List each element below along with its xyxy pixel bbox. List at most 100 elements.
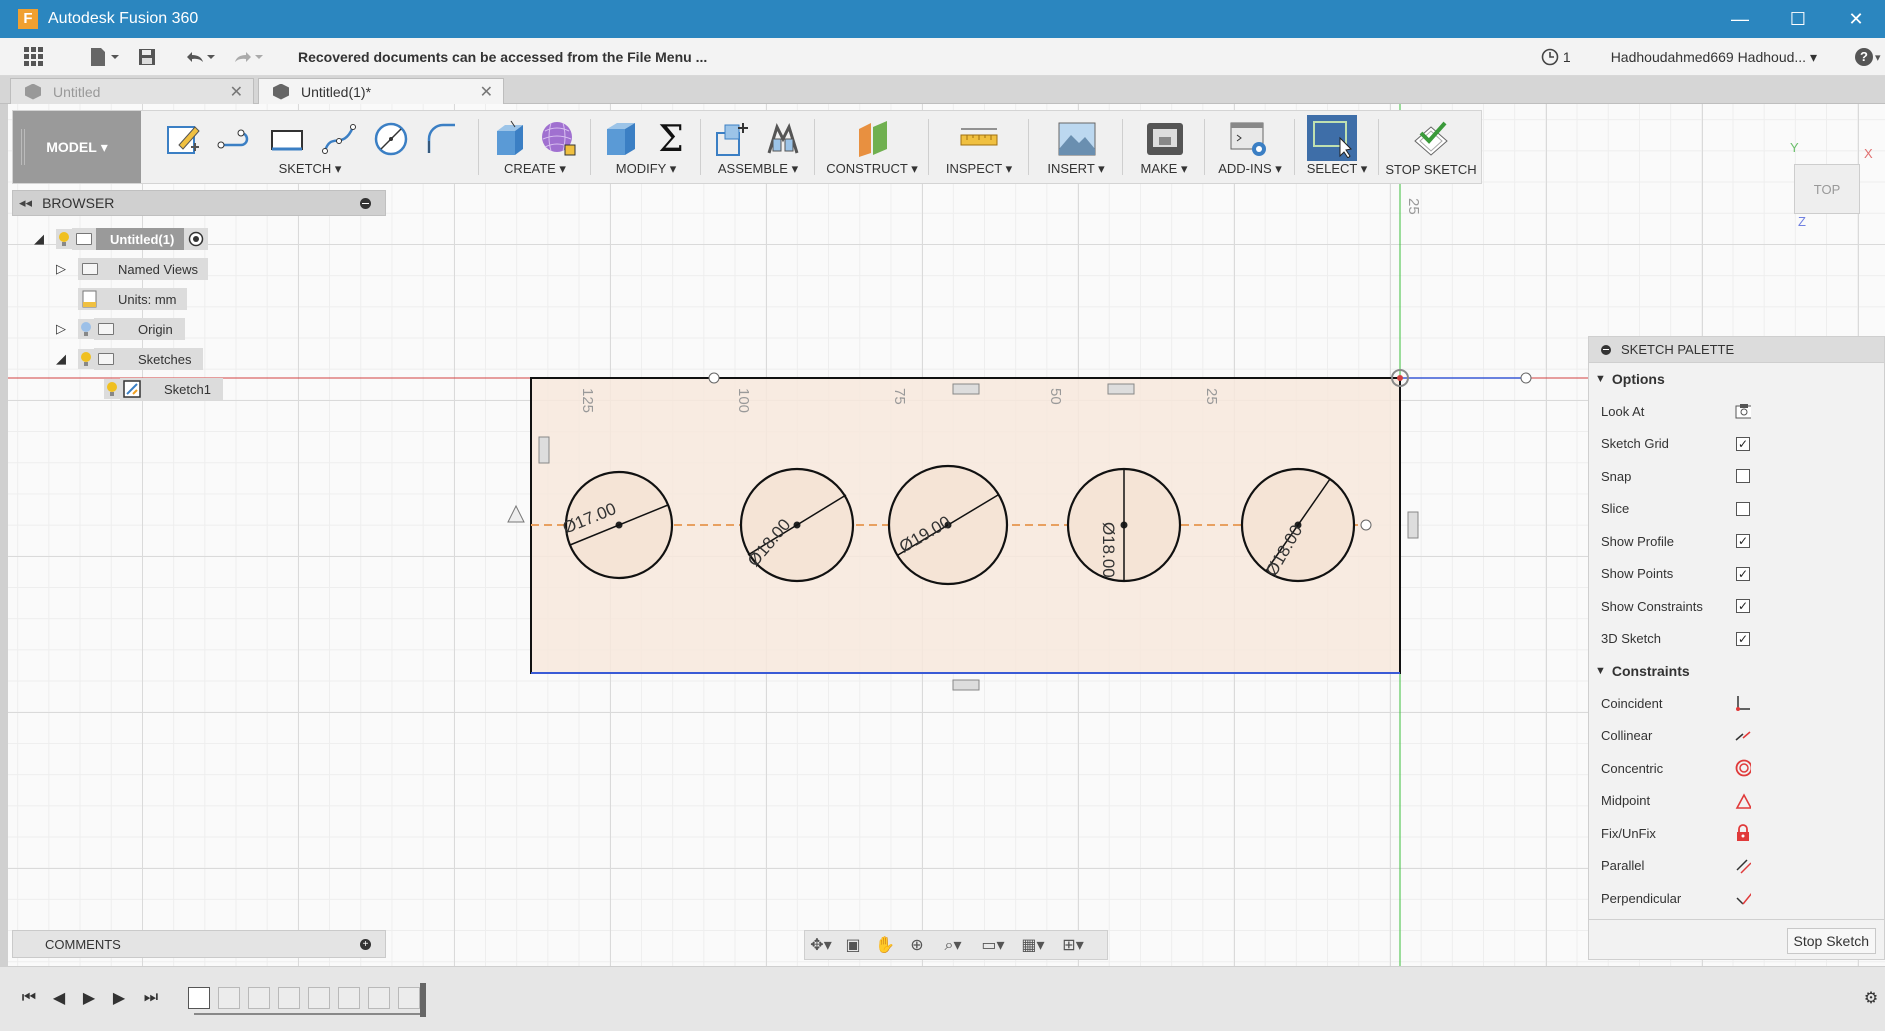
- browser-root-node[interactable]: ◢ Untitled(1): [30, 227, 209, 251]
- option-show-constraints[interactable]: Show Constraints ✓: [1589, 590, 1884, 623]
- step-forward-icon[interactable]: ▶: [108, 987, 130, 1009]
- tab-untitled[interactable]: Untitled ✕: [10, 78, 254, 104]
- view-cube[interactable]: TOP: [1794, 164, 1860, 214]
- minimize-browser-icon[interactable]: [360, 197, 371, 209]
- help-icon[interactable]: ? ▾: [1855, 45, 1885, 69]
- collapse-triangle-icon[interactable]: ◢: [52, 350, 70, 368]
- sketch-menu[interactable]: SKETCH ▾: [141, 161, 479, 177]
- timeline-sketch-feature[interactable]: [188, 987, 210, 1009]
- browser-node-units[interactable]: Units: mm: [78, 287, 187, 311]
- coincident-icon[interactable]: [1735, 695, 1751, 712]
- timeline-feature[interactable]: [278, 987, 300, 1009]
- press-pull-icon[interactable]: [601, 119, 641, 159]
- collinear-icon[interactable]: [1735, 728, 1751, 744]
- redo-icon[interactable]: [224, 42, 268, 72]
- browser-node-named-views[interactable]: ▷ Named Views: [52, 257, 208, 281]
- scripts-addins-icon[interactable]: [1229, 119, 1269, 159]
- timeline-marker[interactable]: [420, 983, 426, 1017]
- modify-menu[interactable]: MODIFY ▾: [591, 161, 701, 177]
- zoom-icon[interactable]: ⊕: [901, 932, 933, 958]
- new-component-icon[interactable]: [713, 119, 753, 159]
- close-window-button[interactable]: ✕: [1827, 0, 1885, 38]
- orbit-icon[interactable]: ✥▾: [805, 932, 837, 958]
- go-to-end-icon[interactable]: ⏭: [140, 987, 162, 1009]
- perpendicular-icon[interactable]: [1735, 890, 1751, 906]
- lock-icon[interactable]: [1735, 824, 1751, 842]
- timeline-feature[interactable]: [248, 987, 270, 1009]
- user-account-menu[interactable]: Hadhoudahmed669 Hadhoud... ▾: [1611, 49, 1817, 66]
- timeline-feature[interactable]: [398, 987, 420, 1009]
- expand-triangle-icon[interactable]: ▷: [52, 260, 70, 278]
- 3d-sketch-checkbox[interactable]: ✓: [1736, 631, 1750, 646]
- add-comment-icon[interactable]: +: [360, 938, 371, 950]
- inspect-menu[interactable]: INSPECT ▾: [929, 161, 1029, 177]
- concentric-icon[interactable]: [1735, 759, 1751, 777]
- 3d-print-icon[interactable]: [1145, 119, 1185, 159]
- rectangle-tool-icon[interactable]: [267, 119, 307, 159]
- spline-tool-icon[interactable]: [319, 119, 359, 159]
- save-icon[interactable]: [132, 42, 162, 72]
- options-section-header[interactable]: ▼ Options: [1589, 363, 1884, 395]
- option-look-at[interactable]: Look At: [1589, 395, 1884, 428]
- form-icon[interactable]: [539, 119, 579, 159]
- zoom-window-icon[interactable]: ⌕▾: [933, 932, 973, 958]
- midpoint-icon[interactable]: [1735, 793, 1751, 809]
- pan-hand-icon[interactable]: ✋: [869, 932, 901, 958]
- palette-stop-sketch-button[interactable]: Stop Sketch: [1786, 928, 1876, 954]
- browser-node-sketches[interactable]: ◢ Sketches: [52, 347, 204, 371]
- browser-header[interactable]: ◂◂ BROWSER: [12, 190, 386, 216]
- extrude-icon[interactable]: [489, 119, 529, 159]
- visibility-bulb-icon[interactable]: [78, 319, 94, 339]
- offset-plane-icon[interactable]: [853, 119, 893, 159]
- close-tab-icon[interactable]: ✕: [230, 82, 243, 102]
- line-tool-icon[interactable]: [215, 119, 255, 159]
- constraint-concentric[interactable]: Concentric: [1589, 752, 1884, 785]
- timeline-feature[interactable]: [308, 987, 330, 1009]
- constraint-collinear[interactable]: Collinear: [1589, 720, 1884, 753]
- go-to-start-icon[interactable]: ⏮: [18, 987, 40, 1009]
- grid-settings-icon[interactable]: ▦▾: [1013, 932, 1053, 958]
- timeline-feature[interactable]: [368, 987, 390, 1009]
- constraint-coincident[interactable]: Coincident: [1589, 687, 1884, 720]
- stop-sketch-button[interactable]: STOP SKETCH: [1379, 162, 1483, 177]
- activate-component-icon[interactable]: [184, 228, 209, 250]
- job-status[interactable]: 1: [1541, 48, 1571, 66]
- show-constraints-checkbox[interactable]: ✓: [1736, 599, 1750, 614]
- sigma-parameters-icon[interactable]: Σ: [651, 119, 691, 160]
- fillet-tool-icon[interactable]: [421, 119, 461, 159]
- look-at-nav-icon[interactable]: ▣: [837, 932, 869, 958]
- option-3d-sketch[interactable]: 3D Sketch ✓: [1589, 623, 1884, 656]
- look-at-icon[interactable]: [1735, 403, 1751, 419]
- parallel-icon[interactable]: [1735, 858, 1751, 874]
- constraint-perpendicular[interactable]: Perpendicular: [1589, 882, 1884, 915]
- constraint-parallel[interactable]: Parallel: [1589, 850, 1884, 883]
- collapse-browser-icon[interactable]: ◂◂: [19, 195, 32, 211]
- snap-checkbox[interactable]: [1736, 469, 1750, 484]
- view-cube-face[interactable]: TOP: [1814, 182, 1841, 197]
- option-snap[interactable]: Snap: [1589, 460, 1884, 493]
- data-panel-grid-icon[interactable]: [16, 42, 52, 72]
- close-tab-icon[interactable]: ✕: [480, 82, 493, 102]
- show-points-checkbox[interactable]: ✓: [1736, 566, 1750, 581]
- make-menu[interactable]: MAKE ▾: [1123, 161, 1205, 177]
- visibility-bulb-icon[interactable]: [78, 349, 94, 369]
- file-menu-icon[interactable]: [82, 42, 126, 72]
- minimize-button[interactable]: —: [1711, 0, 1769, 38]
- option-show-profile[interactable]: Show Profile ✓: [1589, 525, 1884, 558]
- sketch-palette-header[interactable]: SKETCH PALETTE: [1589, 337, 1884, 363]
- undo-icon[interactable]: [176, 42, 220, 72]
- workspace-switcher[interactable]: MODEL ▾: [13, 111, 141, 183]
- browser-node-origin[interactable]: ▷ Origin: [52, 317, 185, 341]
- option-slice[interactable]: Slice: [1589, 493, 1884, 526]
- option-sketch-grid[interactable]: Sketch Grid ✓: [1589, 428, 1884, 461]
- display-settings-icon[interactable]: ▭▾: [973, 932, 1013, 958]
- viewports-icon[interactable]: ⊞▾: [1053, 932, 1093, 958]
- timeline-settings-gear-icon[interactable]: ⚙: [1860, 987, 1882, 1009]
- timeline-feature[interactable]: [338, 987, 360, 1009]
- measure-icon[interactable]: [959, 119, 999, 159]
- addins-menu[interactable]: ADD-INS ▾: [1205, 161, 1295, 177]
- assemble-menu[interactable]: ASSEMBLE ▾: [701, 161, 815, 177]
- constraint-fix-unfix[interactable]: Fix/UnFix: [1589, 817, 1884, 850]
- select-menu[interactable]: SELECT ▾: [1295, 161, 1379, 177]
- circle-tool-icon[interactable]: [371, 119, 411, 159]
